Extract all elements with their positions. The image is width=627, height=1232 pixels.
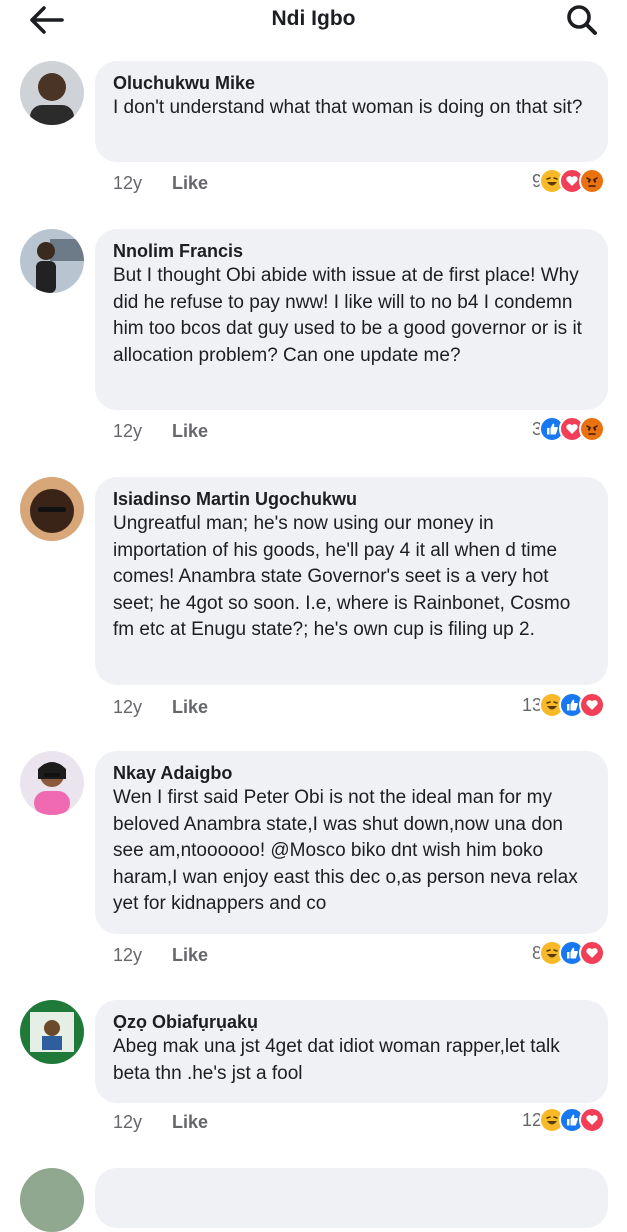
comment-meta: 12y Like (113, 173, 208, 194)
comment-bubble (95, 1168, 608, 1228)
comment-text: Ungreatful man; he's now using our money… (113, 513, 571, 640)
angry-icon (579, 416, 605, 442)
search-icon (567, 5, 597, 35)
comment-text: Abeg mak una jst 4get dat idiot woman ra… (113, 1036, 560, 1084)
avatar[interactable] (20, 1000, 84, 1064)
comment-bubble: Ọzọ Obiafụrụakụ Abeg mak una jst 4get da… (95, 1000, 608, 1103)
reaction-summary[interactable]: 8 (532, 940, 605, 966)
like-button[interactable]: Like (172, 945, 208, 966)
top-bar: Ndi Igbo (0, 0, 627, 40)
comment-meta: 12y Like (113, 421, 208, 442)
avatar[interactable] (20, 477, 84, 541)
comment-time: 12y (113, 1112, 143, 1132)
love-icon (579, 940, 605, 966)
comment-text: Wen I first said Peter Obi is not the id… (113, 787, 578, 914)
comment-meta: 12y Like (113, 1112, 208, 1133)
love-icon (579, 1107, 605, 1133)
comment-author[interactable]: Ọzọ Obiafụrụakụ (113, 1010, 590, 1034)
like-button[interactable]: Like (172, 173, 208, 194)
like-button[interactable]: Like (172, 1112, 208, 1133)
avatar[interactable] (20, 751, 84, 815)
comment-author[interactable]: Oluchukwu Mike (113, 71, 590, 95)
comment-bubble: Nnolim Francis But I thought Obi abide w… (95, 229, 608, 410)
comment-time: 12y (113, 173, 143, 193)
comment-meta: 12y Like (113, 697, 208, 718)
comment-time: 12y (113, 421, 143, 441)
page-title: Ndi Igbo (271, 7, 356, 30)
comment-time: 12y (113, 945, 143, 965)
comment-time: 12y (113, 697, 143, 717)
comment-bubble: Nkay Adaigbo Wen I first said Peter Obi … (95, 751, 608, 934)
comment-author[interactable]: Isiadinso Martin Ugochukwu (113, 487, 590, 511)
reaction-summary[interactable]: 12 (522, 1107, 605, 1133)
comment-text: But I thought Obi abide with issue at de… (113, 265, 582, 366)
comment-author[interactable]: Nnolim Francis (113, 239, 590, 263)
reaction-summary[interactable]: 9 (532, 168, 605, 194)
like-button[interactable]: Like (172, 421, 208, 442)
search-button[interactable] (562, 2, 602, 38)
comment-bubble: Isiadinso Martin Ugochukwu Ungreatful ma… (95, 477, 608, 685)
comment-bubble: Oluchukwu Mike I don't understand what t… (95, 61, 608, 162)
comment-author[interactable]: Nkay Adaigbo (113, 761, 590, 785)
avatar[interactable] (20, 229, 84, 293)
reaction-summary[interactable]: 3 (532, 416, 605, 442)
love-icon (579, 692, 605, 718)
reaction-summary[interactable]: 13 (522, 692, 605, 718)
avatar[interactable] (20, 61, 84, 125)
avatar[interactable] (20, 1168, 84, 1232)
like-button[interactable]: Like (172, 697, 208, 718)
angry-icon (579, 168, 605, 194)
comment-meta: 12y Like (113, 945, 208, 966)
comment-text: I don't understand what that woman is do… (113, 97, 583, 118)
